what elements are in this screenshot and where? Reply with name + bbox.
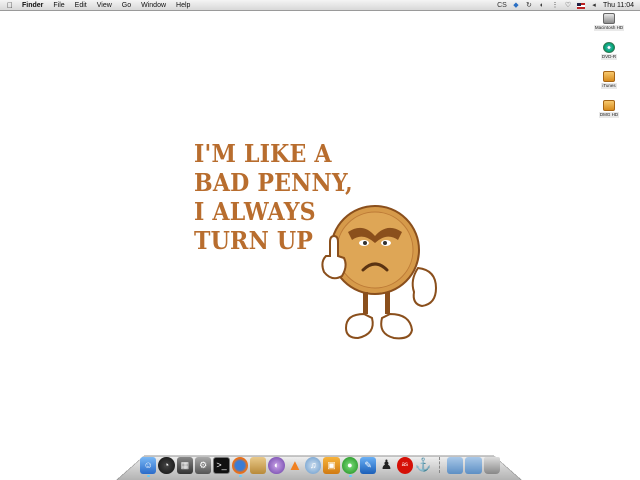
expose-icon[interactable]: ▦	[176, 456, 193, 474]
hard-drive-icon	[603, 13, 615, 24]
desktop-icon-itunes[interactable]: iTunes	[589, 71, 629, 89]
disc-icon	[603, 42, 615, 53]
menu-window[interactable]: Window	[136, 0, 171, 11]
sync-icon[interactable]: ↻	[525, 2, 533, 10]
folder-icon	[603, 100, 615, 111]
desktop-icon-label: iTunes	[601, 83, 617, 89]
wallpaper-line: I'M LIKE A	[194, 139, 332, 168]
documents-folder-icon[interactable]	[447, 456, 464, 474]
bluetooth-icon[interactable]: ⋮	[551, 2, 559, 10]
xcode-icon[interactable]: ✎	[360, 456, 377, 474]
time-machine-icon[interactable]: ◐	[538, 2, 546, 10]
itunes-icon[interactable]: ♫	[305, 456, 322, 474]
dashboard-icon[interactable]: ◔	[158, 456, 175, 474]
wifi-icon[interactable]: ♡	[564, 2, 572, 10]
desktop-icon-label: Macintosh HD	[593, 25, 625, 31]
menu-go[interactable]: Go	[117, 0, 136, 11]
chat-icon[interactable]: ●	[341, 456, 359, 477]
apple-menu-icon[interactable]: 	[3, 1, 17, 10]
dock-separator	[439, 457, 445, 473]
notes-icon[interactable]	[250, 456, 267, 474]
desktop-icon-label: DVD-R	[600, 54, 618, 60]
photo-booth-icon[interactable]: ▣	[323, 456, 340, 474]
volume-icon[interactable]: ◂	[590, 2, 598, 10]
trash-icon[interactable]	[483, 456, 501, 474]
desktop-icon-macintosh-hd[interactable]: Macintosh HD	[589, 13, 629, 31]
vlc-icon[interactable]: ▲	[287, 457, 303, 474]
network-icon[interactable]: ⚓	[415, 457, 431, 474]
folder-icon	[603, 71, 615, 82]
menu-help[interactable]: Help	[171, 0, 195, 11]
input-flag-icon[interactable]	[576, 2, 585, 9]
eclipse-icon[interactable]: ◐	[268, 456, 285, 474]
dock: ☺ ◔ ▦ ⚙ >_ ◐ ▲ ♫ ▣ ● ✎ ♟ as ⚓	[140, 455, 501, 477]
firefox-icon[interactable]	[231, 456, 249, 477]
penny-character-illustration	[321, 205, 438, 340]
guitar-icon[interactable]: ♟	[378, 457, 394, 474]
desktop-icon-dvd[interactable]: DVD-R	[589, 42, 629, 60]
menu-extras: CS ◆ ↻ ◐ ⋮ ♡ ◂ Thu 11:04	[497, 0, 634, 11]
menu-clock[interactable]: Thu 11:04	[603, 2, 634, 9]
dropbox-icon[interactable]: ◆	[512, 2, 520, 10]
menu-edit[interactable]: Edit	[70, 0, 92, 11]
desktop-icon-dmg[interactable]: DMG HD	[589, 100, 629, 118]
menu-file[interactable]: File	[48, 0, 69, 11]
menu-bar:  Finder File Edit View Go Window Help C…	[0, 0, 640, 11]
lastfm-icon[interactable]: as	[396, 456, 413, 474]
cs-status-label[interactable]: CS	[497, 2, 507, 10]
downloads-folder-icon[interactable]	[465, 456, 482, 474]
menu-finder[interactable]: Finder	[17, 0, 48, 11]
desktop:  Finder File Edit View Go Window Help C…	[0, 0, 640, 480]
system-preferences-icon[interactable]: ⚙	[194, 456, 212, 474]
finder-icon[interactable]: ☺	[140, 456, 157, 477]
terminal-icon[interactable]: >_	[213, 456, 230, 474]
desktop-icon-label: DMG HD	[598, 112, 620, 118]
menu-view[interactable]: View	[92, 0, 117, 11]
wallpaper-line: BAD PENNY,	[194, 168, 353, 197]
